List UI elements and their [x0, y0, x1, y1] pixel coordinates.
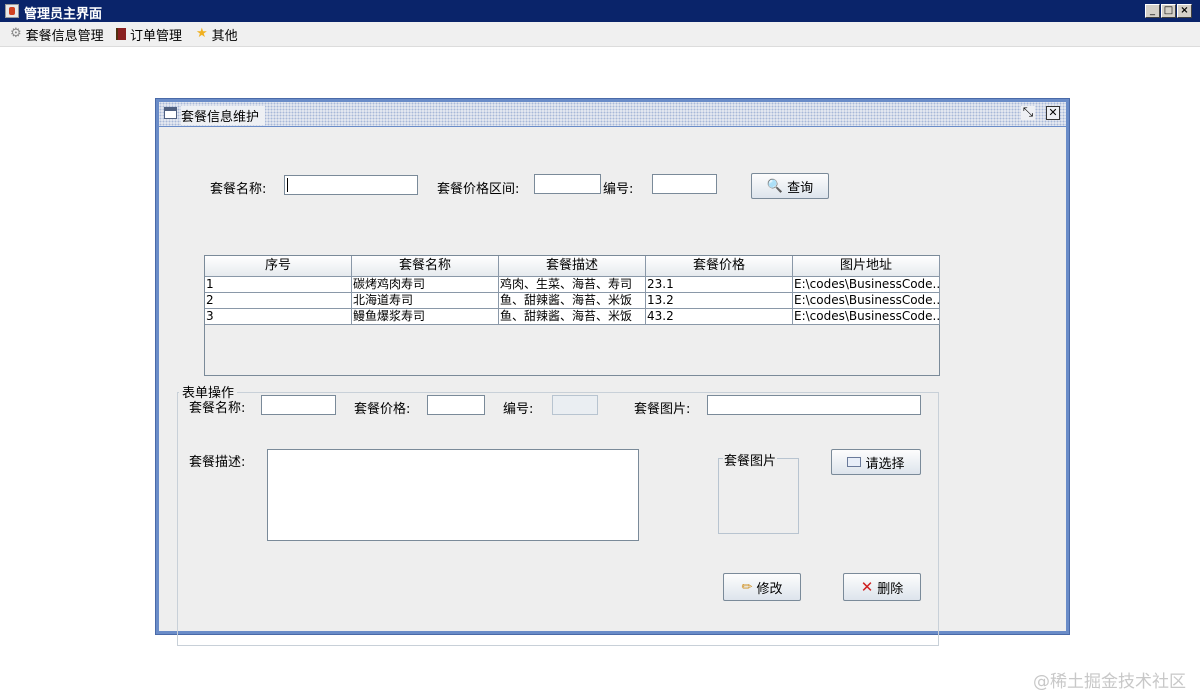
- query-button[interactable]: 🔍 查询: [751, 173, 829, 199]
- table-cell: 2: [205, 293, 352, 309]
- table-row[interactable]: 2 北海道寿司 鱼、甜辣酱、海苔、米饭 13.2 E:\codes\Busine…: [205, 293, 940, 309]
- table-cell: 鱼、甜辣酱、海苔、米饭: [499, 293, 646, 309]
- form-image-path-input[interactable]: [707, 395, 921, 415]
- menu-bar: ⚙ 套餐信息管理 订单管理 ★ 其他: [0, 22, 1200, 47]
- price-range-label: 套餐价格区间:: [437, 182, 520, 197]
- column-header[interactable]: 套餐名称: [352, 256, 499, 277]
- star-icon: ★: [196, 26, 208, 41]
- form-name-label: 套餐名称:: [189, 401, 246, 416]
- menu-other[interactable]: ★ 其他: [196, 25, 238, 44]
- search-id-input[interactable]: [652, 174, 717, 194]
- choose-image-button[interactable]: 请选择: [831, 449, 921, 475]
- menu-label: 套餐信息管理: [25, 28, 104, 44]
- menu-package-info[interactable]: ⚙ 套餐信息管理: [10, 25, 104, 44]
- delete-button-label: 删除: [877, 581, 904, 597]
- table-cell: E:\codes\BusinessCode...: [793, 277, 940, 293]
- table-header: 序号 套餐名称 套餐描述 套餐价格 图片地址: [205, 256, 940, 277]
- column-header[interactable]: 图片地址: [793, 256, 940, 277]
- table-cell: 鳗鱼爆浆寿司: [352, 309, 499, 325]
- maximize-button[interactable]: □: [1161, 4, 1176, 18]
- frame-close-icon[interactable]: ✕: [1046, 106, 1060, 120]
- table-cell: 3: [205, 309, 352, 325]
- edit-button-label: 修改: [756, 581, 783, 597]
- form-id-label: 编号:: [503, 402, 534, 417]
- search-icon: 🔍: [766, 178, 784, 194]
- image-preview-title: 套餐图片: [723, 450, 778, 469]
- gear-icon: ⚙: [10, 26, 22, 41]
- close-button[interactable]: ×: [1177, 4, 1192, 18]
- restore-icon[interactable]: ⤡: [1021, 106, 1035, 120]
- form-image-label: 套餐图片:: [634, 402, 691, 417]
- table-cell: 23.1: [646, 277, 793, 293]
- form-id-input: [552, 395, 598, 415]
- table-cell: E:\codes\BusinessCode...: [793, 293, 940, 309]
- form-name-input[interactable]: [261, 395, 336, 415]
- form-price-input[interactable]: [427, 395, 485, 415]
- package-maintenance-frame: 套餐信息维护 ⤡ ✕ 套餐名称: 套餐价格区间: 编号: 🔍 查询 序号 套餐名…: [155, 98, 1070, 646]
- column-header[interactable]: 套餐价格: [646, 256, 793, 277]
- frame-title: 套餐信息维护: [181, 106, 266, 125]
- books-icon: [116, 28, 126, 40]
- pencil-icon: ✏: [741, 579, 753, 595]
- table-cell: E:\codes\BusinessCode...: [793, 309, 940, 325]
- watermark: @稀土掘金技术社区: [1033, 672, 1186, 692]
- query-button-label: 查询: [787, 180, 814, 196]
- package-table: 序号 套餐名称 套餐描述 套餐价格 图片地址 1 碳烤鸡肉寿司 鸡肉、生菜、海苔…: [204, 255, 940, 376]
- table-cell: 43.2: [646, 309, 793, 325]
- delete-x-icon: ✕: [860, 578, 874, 596]
- search-name-input[interactable]: [284, 175, 418, 195]
- delete-button[interactable]: ✕ 删除: [843, 573, 921, 601]
- frame-content: 套餐名称: 套餐价格区间: 编号: 🔍 查询 序号 套餐名称 套餐描述 套餐价格…: [159, 127, 1066, 646]
- java-app-icon: [5, 4, 19, 18]
- window-title: 管理员主界面: [24, 7, 103, 22]
- form-price-label: 套餐价格:: [354, 402, 411, 417]
- minimize-button[interactable]: _: [1145, 4, 1160, 18]
- form-desc-label: 套餐描述:: [189, 455, 246, 470]
- search-id-label: 编号:: [603, 182, 634, 197]
- frame-titlebar[interactable]: 套餐信息维护 ⤡ ✕: [159, 102, 1066, 126]
- id-card-icon: [847, 457, 862, 467]
- choose-button-label: 请选择: [865, 456, 905, 472]
- edit-button[interactable]: ✏ 修改: [723, 573, 801, 601]
- menu-order-management[interactable]: 订单管理: [116, 25, 183, 44]
- table-row[interactable]: 1 碳烤鸡肉寿司 鸡肉、生菜、海苔、寿司 23.1 E:\codes\Busin…: [205, 277, 940, 293]
- table-cell: 碳烤鸡肉寿司: [352, 277, 499, 293]
- menu-label: 订单管理: [130, 28, 183, 44]
- price-min-input[interactable]: [534, 174, 601, 194]
- table-cell: 北海道寿司: [352, 293, 499, 309]
- column-header[interactable]: 套餐描述: [499, 256, 646, 277]
- table-row[interactable]: 3 鳗鱼爆浆寿司 鱼、甜辣酱、海苔、米饭 43.2 E:\codes\Busin…: [205, 309, 940, 325]
- menu-label: 其他: [211, 28, 238, 44]
- form-desc-textarea[interactable]: [267, 449, 639, 541]
- table-cell: 13.2: [646, 293, 793, 309]
- window-titlebar: 管理员主界面 _ □ ×: [0, 0, 1200, 22]
- table-cell: 鸡肉、生菜、海苔、寿司: [499, 277, 646, 293]
- frame-icon: [164, 107, 177, 119]
- column-header[interactable]: 序号: [205, 256, 352, 277]
- table-cell: 鱼、甜辣酱、海苔、米饭: [499, 309, 646, 325]
- search-name-label: 套餐名称:: [210, 182, 267, 197]
- table-cell: 1: [205, 277, 352, 293]
- text-caret: [287, 178, 288, 192]
- image-preview-box: [718, 458, 799, 534]
